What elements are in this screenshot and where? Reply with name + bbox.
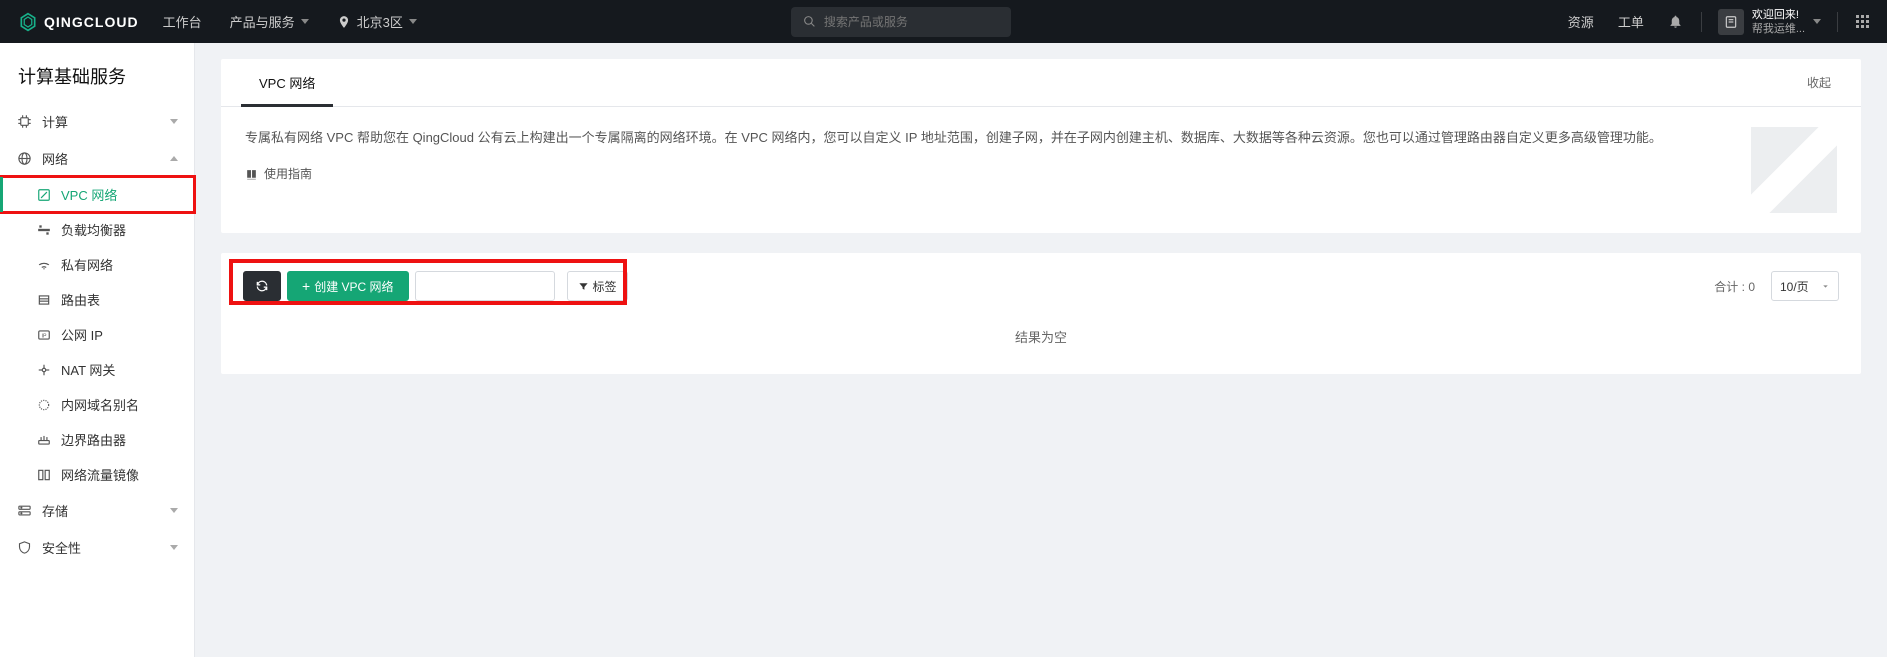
top-header: QINGCLOUD 工作台 产品与服务 北京3区 资源 工单 — [0, 0, 1887, 43]
notifications-button[interactable] — [1658, 0, 1693, 43]
sidebar-group-security-toggle[interactable]: 安全性 — [0, 529, 194, 566]
intro-description: 专属私有网络 VPC 帮助您在 QingCloud 公有云上构建出一个专属隔离的… — [245, 127, 1721, 149]
bell-icon — [1668, 14, 1683, 29]
book-icon — [245, 168, 258, 181]
chevron-down-icon — [170, 545, 178, 550]
sidebar-group-network-toggle[interactable]: 网络 — [0, 140, 194, 177]
sidebar-group-network: 网络 VPC 网络 负载均衡器 私有网络 路由表 — [0, 140, 194, 492]
nat-icon — [36, 362, 51, 377]
sidebar-item-vpc[interactable]: VPC 网络 — [0, 177, 194, 212]
sidebar-item-route-table[interactable]: 路由表 — [0, 282, 194, 317]
storage-icon — [16, 503, 32, 519]
mirror-icon — [36, 467, 51, 482]
empty-result: 结果为空 — [243, 301, 1839, 356]
welcome-title: 欢迎回来! — [1752, 8, 1805, 22]
vpc-icon — [36, 187, 51, 202]
chevron-up-icon — [170, 156, 178, 161]
page-size-select[interactable]: 10/页 — [1771, 271, 1839, 301]
sidebar: 计算基础服务 计算 网络 VPC 网络 — [0, 43, 195, 657]
router-icon — [36, 432, 51, 447]
chevron-down-icon — [1813, 19, 1821, 24]
sidebar-item-nat-gateway[interactable]: NAT 网关 — [0, 352, 194, 387]
loadbalancer-icon — [36, 222, 51, 237]
collapse-button[interactable]: 收起 — [1797, 64, 1841, 101]
sidebar-item-private-network[interactable]: 私有网络 — [0, 247, 194, 282]
svg-text:IP: IP — [41, 333, 46, 339]
ip-icon: IP — [36, 327, 51, 342]
sidebar-group-compute-toggle[interactable]: 计算 — [0, 103, 194, 140]
tabs-bar: VPC 网络 收起 — [221, 59, 1861, 107]
brand-icon — [18, 12, 38, 32]
sidebar-item-traffic-mirror[interactable]: 网络流量镜像 — [0, 457, 194, 492]
sidebar-group-compute: 计算 — [0, 103, 194, 140]
globe-icon — [16, 151, 32, 167]
toolbar: + 创建 VPC 网络 标签 合计 : 0 10/页 — [243, 271, 1839, 301]
chevron-down-icon — [1821, 282, 1830, 291]
intro-banner: 专属私有网络 VPC 帮助您在 QingCloud 公有云上构建出一个专属隔离的… — [221, 107, 1861, 233]
list-search-input[interactable] — [415, 271, 555, 301]
user-menu[interactable]: 欢迎回来! 帮我运维... — [1710, 8, 1829, 36]
sidebar-item-edge-router[interactable]: 边界路由器 — [0, 422, 194, 457]
avatar-icon — [1718, 9, 1744, 35]
welcome-subtitle: 帮我运维... — [1752, 22, 1805, 36]
header-right: 资源 工单 欢迎回来! 帮我运维... — [1558, 0, 1879, 43]
intro-card: VPC 网络 收起 专属私有网络 VPC 帮助您在 QingCloud 公有云上… — [221, 59, 1861, 233]
sidebar-title: 计算基础服务 — [0, 57, 194, 103]
plus-icon: + — [302, 278, 310, 294]
brand-logo[interactable]: QINGCLOUD — [8, 12, 149, 32]
search-icon — [803, 15, 816, 28]
create-vpc-button[interactable]: + 创建 VPC 网络 — [287, 271, 409, 301]
refresh-icon — [255, 279, 269, 293]
sidebar-item-loadbalancer[interactable]: 负载均衡器 — [0, 212, 194, 247]
chevron-down-icon — [170, 119, 178, 124]
main-content: VPC 网络 收起 专属私有网络 VPC 帮助您在 QingCloud 公有云上… — [195, 43, 1887, 657]
list-card: + 创建 VPC 网络 标签 合计 : 0 10/页 结果为空 — [221, 253, 1861, 374]
location-pin-icon — [337, 15, 351, 29]
dns-icon — [36, 397, 51, 412]
sidebar-group-storage: 存储 — [0, 492, 194, 529]
nav-resources[interactable]: 资源 — [1558, 0, 1604, 43]
chevron-down-icon — [409, 19, 417, 24]
total-label: 合计 : 0 — [1714, 278, 1755, 295]
nav-products-dropdown[interactable]: 产品与服务 — [216, 0, 323, 43]
intro-illustration — [1751, 127, 1837, 213]
sidebar-group-security: 安全性 — [0, 529, 194, 566]
sidebar-group-storage-toggle[interactable]: 存储 — [0, 492, 194, 529]
brand-text: QINGCLOUD — [44, 14, 139, 30]
shield-icon — [16, 540, 32, 556]
tab-vpc[interactable]: VPC 网络 — [241, 59, 333, 107]
filter-icon — [578, 281, 589, 292]
tag-filter-button[interactable]: 标签 — [567, 271, 628, 301]
nav-workbench[interactable]: 工作台 — [149, 0, 216, 43]
apps-grid-icon — [1856, 15, 1869, 28]
sidebar-item-internal-dns[interactable]: 内网域名别名 — [0, 387, 194, 422]
wifi-icon — [36, 257, 51, 272]
refresh-button[interactable] — [243, 271, 281, 301]
global-search[interactable] — [791, 7, 1011, 37]
apps-grid-button[interactable] — [1846, 0, 1879, 43]
global-search-input[interactable] — [824, 15, 999, 29]
user-guide-link[interactable]: 使用指南 — [245, 163, 1721, 185]
nav-region-dropdown[interactable]: 北京3区 — [323, 0, 431, 43]
total-count: 0 — [1748, 280, 1755, 294]
chevron-down-icon — [301, 19, 309, 24]
nav-tickets[interactable]: 工单 — [1608, 0, 1654, 43]
chevron-down-icon — [170, 508, 178, 513]
chip-icon — [16, 114, 32, 130]
route-table-icon — [36, 292, 51, 307]
sidebar-item-public-ip[interactable]: IP 公网 IP — [0, 317, 194, 352]
